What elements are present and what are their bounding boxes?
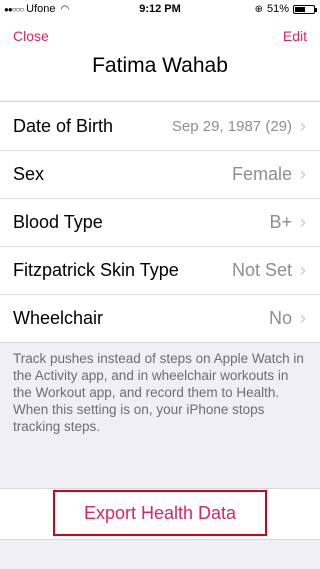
row-wheelchair[interactable]: Wheelchair No › [0,294,320,342]
health-details-list: Date of Birth Sep 29, 1987 (29) › Sex Fe… [0,101,320,343]
status-bar: ●●○○○ Ufone ◠ 9:12 PM ⊕ 51% [0,0,320,20]
battery-percent: 51% [266,3,289,15]
row-value: Not Set [231,259,292,280]
wheelchair-description: Track pushes instead of steps on Apple W… [13,351,304,434]
row-value: B+ [269,211,292,232]
rotation-lock-icon: ⊕ [254,3,263,15]
chevron-right-icon: › [300,259,306,280]
export-health-data-button[interactable]: Export Health Data [53,490,267,536]
chevron-right-icon: › [300,115,306,136]
chevron-right-icon: › [300,163,306,184]
row-sex[interactable]: Sex Female › [0,150,320,198]
row-value: No [268,307,292,328]
row-label: Sex [13,163,45,184]
row-value: Sep 29, 1987 (29) [171,117,292,135]
chevron-right-icon: › [300,211,306,232]
row-label: Date of Birth [13,115,114,136]
edit-button[interactable]: Edit [283,28,307,44]
chevron-right-icon: › [300,307,306,328]
row-date-of-birth[interactable]: Date of Birth Sep 29, 1987 (29) › [0,102,320,150]
status-right: ⊕ 51% [254,3,317,15]
row-blood-type[interactable]: Blood Type B+ › [0,198,320,246]
row-label: Wheelchair [13,307,104,328]
row-fitzpatrick-skin-type[interactable]: Fitzpatrick Skin Type Not Set › [0,246,320,294]
header: Close Edit Fatima Wahab [0,20,320,100]
page-title: Fatima Wahab [92,54,228,77]
row-label: Blood Type [13,211,103,232]
close-button[interactable]: Close [13,28,49,44]
export-section: Export Health Data [0,488,320,540]
row-value: Female [231,163,292,184]
battery-icon [293,4,317,14]
row-label: Fitzpatrick Skin Type [13,259,179,280]
